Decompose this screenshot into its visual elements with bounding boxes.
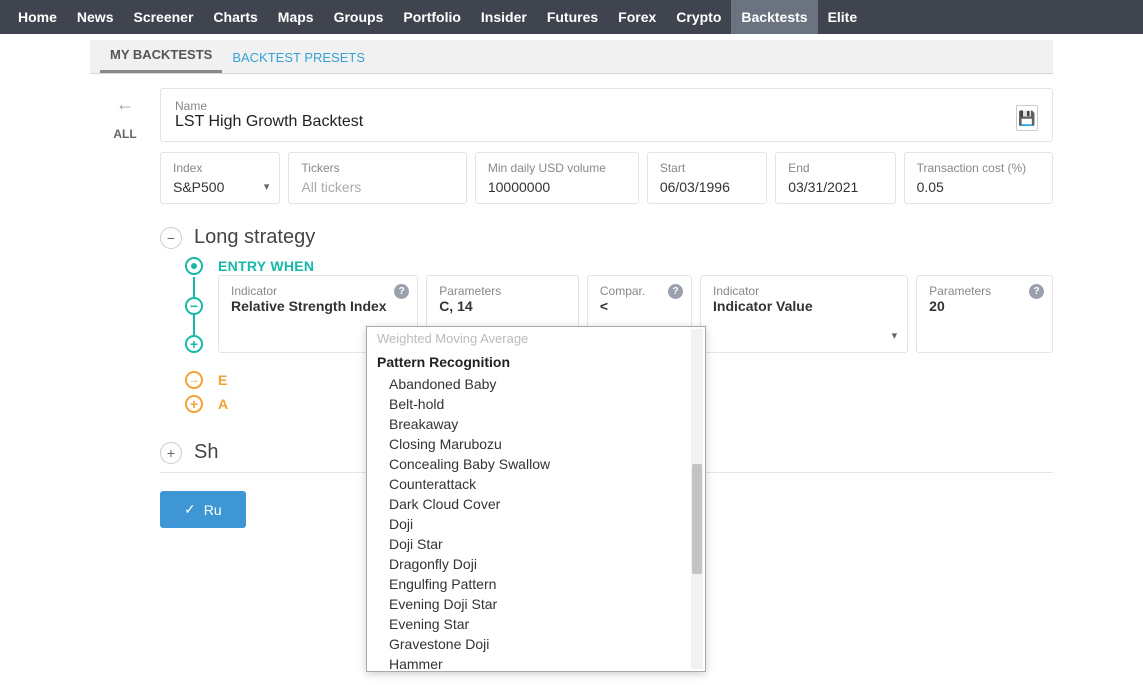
add-label-partial: A (218, 396, 228, 412)
short-strategy-title-partial: Sh (194, 441, 218, 464)
remove-rule-icon[interactable]: − (185, 297, 203, 315)
txn-value: 0.05 (917, 179, 1040, 195)
expand-short-button[interactable]: + (160, 442, 182, 464)
dropdown-prev-item[interactable]: Weighted Moving Average (367, 327, 705, 350)
indicator2-field[interactable]: Indicator Indicator Value ▾ (700, 275, 908, 353)
dropdown-scrollbar[interactable] (691, 329, 703, 669)
dropdown-group-header: Pattern Recognition (367, 350, 705, 374)
dropdown-item[interactable]: Doji Star (367, 534, 705, 554)
back-arrow-icon[interactable]: ← (90, 88, 160, 121)
run-label-partial: Ru (204, 502, 222, 518)
dropdown-item[interactable]: Doji (367, 514, 705, 534)
exit-node-icon: → (185, 371, 203, 389)
parameters2-value: 20 (929, 298, 1040, 314)
end-date-field[interactable]: End 03/31/2021 (775, 152, 895, 204)
filter-all[interactable]: ALL (90, 127, 160, 141)
txn-cost-field[interactable]: Transaction cost (%) 0.05 (904, 152, 1053, 204)
start-label: Start (660, 161, 754, 175)
tickers-placeholder: All tickers (301, 179, 453, 195)
help-icon[interactable]: ? (668, 284, 683, 299)
dropdown-item[interactable]: Belt-hold (367, 394, 705, 414)
entry-node-icon (185, 257, 203, 275)
nav-backtests[interactable]: Backtests (731, 0, 817, 34)
help-icon[interactable]: ? (394, 284, 409, 299)
add-rule-teal-icon[interactable]: + (185, 335, 203, 353)
nav-news[interactable]: News (67, 0, 124, 34)
index-label: Index (173, 161, 267, 175)
parameters1-label: Parameters (439, 284, 566, 298)
dropdown-item[interactable]: Closing Marubozu (367, 434, 705, 454)
dropdown-item[interactable]: Concealing Baby Swallow (367, 454, 705, 474)
nav-screener[interactable]: Screener (123, 0, 203, 34)
nav-futures[interactable]: Futures (537, 0, 608, 34)
indicator1-value: Relative Strength Index (231, 298, 405, 314)
txn-label: Transaction cost (%) (917, 161, 1040, 175)
end-label: End (788, 161, 882, 175)
nav-maps[interactable]: Maps (268, 0, 324, 34)
dropdown-item[interactable]: Dragonfly Doji (367, 554, 705, 574)
config-row: Index S&P500 ▾ Tickers All tickers Min d… (160, 152, 1053, 204)
tab-my-backtests[interactable]: MY BACKTESTS (100, 39, 222, 73)
tickers-field[interactable]: Tickers All tickers (288, 152, 466, 204)
help-icon[interactable]: ? (1029, 284, 1044, 299)
dropdown-item[interactable]: Evening Star (367, 614, 705, 634)
indicator2-label: Indicator (713, 284, 895, 298)
parameters2-field[interactable]: ? Parameters 20 (916, 275, 1053, 353)
check-icon: ✓ (184, 501, 196, 518)
parameters2-label: Parameters (929, 284, 1040, 298)
left-sidebar: ← ALL (90, 88, 160, 528)
dropdown-item[interactable]: Hammer (367, 654, 705, 672)
save-icon[interactable]: 💾 (1016, 105, 1038, 131)
dropdown-item[interactable]: Engulfing Pattern (367, 574, 705, 594)
run-backtest-button[interactable]: ✓ Ru (160, 491, 246, 528)
backtest-name-value[interactable]: LST High Growth Backtest (175, 113, 363, 130)
nav-charts[interactable]: Charts (203, 0, 267, 34)
chevron-down-icon: ▾ (264, 180, 270, 193)
index-field[interactable]: Index S&P500 ▾ (160, 152, 280, 204)
dropdown-item[interactable]: Breakaway (367, 414, 705, 434)
name-card: Name LST High Growth Backtest 💾 (160, 88, 1053, 142)
min-volume-value: 10000000 (488, 179, 626, 195)
dropdown-item[interactable]: Dark Cloud Cover (367, 494, 705, 514)
chevron-down-icon: ▾ (892, 329, 898, 342)
add-rule-orange-icon[interactable]: + (185, 395, 203, 413)
dropdown-item[interactable]: Abandoned Baby (367, 374, 705, 394)
scrollbar-thumb[interactable] (692, 464, 702, 574)
tickers-label: Tickers (301, 161, 453, 175)
start-value: 06/03/1996 (660, 179, 754, 195)
nav-insider[interactable]: Insider (471, 0, 537, 34)
dropdown-item[interactable]: Gravestone Doji (367, 634, 705, 654)
nav-forex[interactable]: Forex (608, 0, 666, 34)
nav-portfolio[interactable]: Portfolio (393, 0, 471, 34)
end-value: 03/31/2021 (788, 179, 882, 195)
name-label: Name (175, 99, 363, 113)
long-strategy-title: Long strategy (194, 226, 315, 249)
exit-label-partial: E (218, 372, 227, 388)
indicator1-label: Indicator (231, 284, 405, 298)
dropdown-item[interactable]: Evening Doji Star (367, 594, 705, 614)
nav-home[interactable]: Home (8, 0, 67, 34)
nav-crypto[interactable]: Crypto (666, 0, 731, 34)
comparator-value: < (600, 298, 679, 314)
min-volume-field[interactable]: Min daily USD volume 10000000 (475, 152, 639, 204)
parameters1-value: C, 14 (439, 298, 566, 314)
subtabs-bar: MY BACKTESTS BACKTEST PRESETS (90, 40, 1053, 74)
start-date-field[interactable]: Start 06/03/1996 (647, 152, 767, 204)
tab-backtest-presets[interactable]: BACKTEST PRESETS (222, 42, 375, 73)
long-strategy-header: − Long strategy (160, 226, 1053, 249)
collapse-long-button[interactable]: − (160, 227, 182, 249)
nav-elite[interactable]: Elite (818, 0, 868, 34)
entry-when-label: ENTRY WHEN (218, 258, 314, 274)
dropdown-item[interactable]: Counterattack (367, 474, 705, 494)
min-volume-label: Min daily USD volume (488, 161, 626, 175)
indicator-dropdown[interactable]: Weighted Moving Average Pattern Recognit… (366, 326, 706, 672)
index-value: S&P500 (173, 179, 267, 195)
indicator2-value: Indicator Value (713, 298, 895, 314)
nav-groups[interactable]: Groups (324, 0, 394, 34)
top-nav: HomeNewsScreenerChartsMapsGroupsPortfoli… (0, 0, 1143, 34)
